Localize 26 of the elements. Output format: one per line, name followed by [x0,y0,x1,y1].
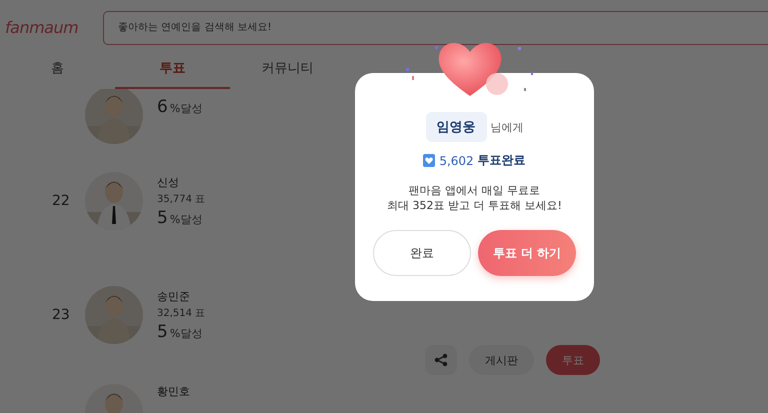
achievement-percent: 5%달성 [157,322,204,342]
vote-status: 투표완료 [478,152,526,169]
vote-more-button[interactable]: 투표 더 하기 [478,230,576,276]
recipient-suffix: 님에게 [490,120,524,134]
search-field[interactable]: 좋아하는 연예인을 검색해 보세요! [103,10,768,44]
board-button[interactable]: 게시판 [469,345,534,375]
share-button[interactable] [425,345,457,375]
vote-count: 32,514 표 [157,306,206,320]
achievement-percent: 6%달성 [157,97,202,117]
achievement-percent: 5%달성 [157,208,204,228]
logo[interactable]: fanmaum [5,18,89,37]
rank-number: 23 [52,307,70,323]
vote-total: 5,602 [439,154,474,168]
artist-name: 송민준 [157,288,191,304]
rank-number: 22 [52,193,70,209]
vote-button[interactable]: 투표 [546,345,600,375]
vote-count: 35,774 표 [157,192,206,206]
recipient-name: 임영웅 [426,112,486,142]
tab[interactable]: 홈 [0,51,115,89]
tab[interactable]: 커뮤니티 [230,51,345,89]
done-button[interactable]: 완료 [373,230,471,276]
heart-badge-icon [423,154,436,167]
dialog-message: 팬마음 앱에서 매일 무료로 최대 352표 받고 더 투표해 보세요! [387,183,562,213]
share-icon [434,353,448,367]
artist-name: 신성 [157,174,180,190]
artist-name: 황민호 [157,384,190,399]
